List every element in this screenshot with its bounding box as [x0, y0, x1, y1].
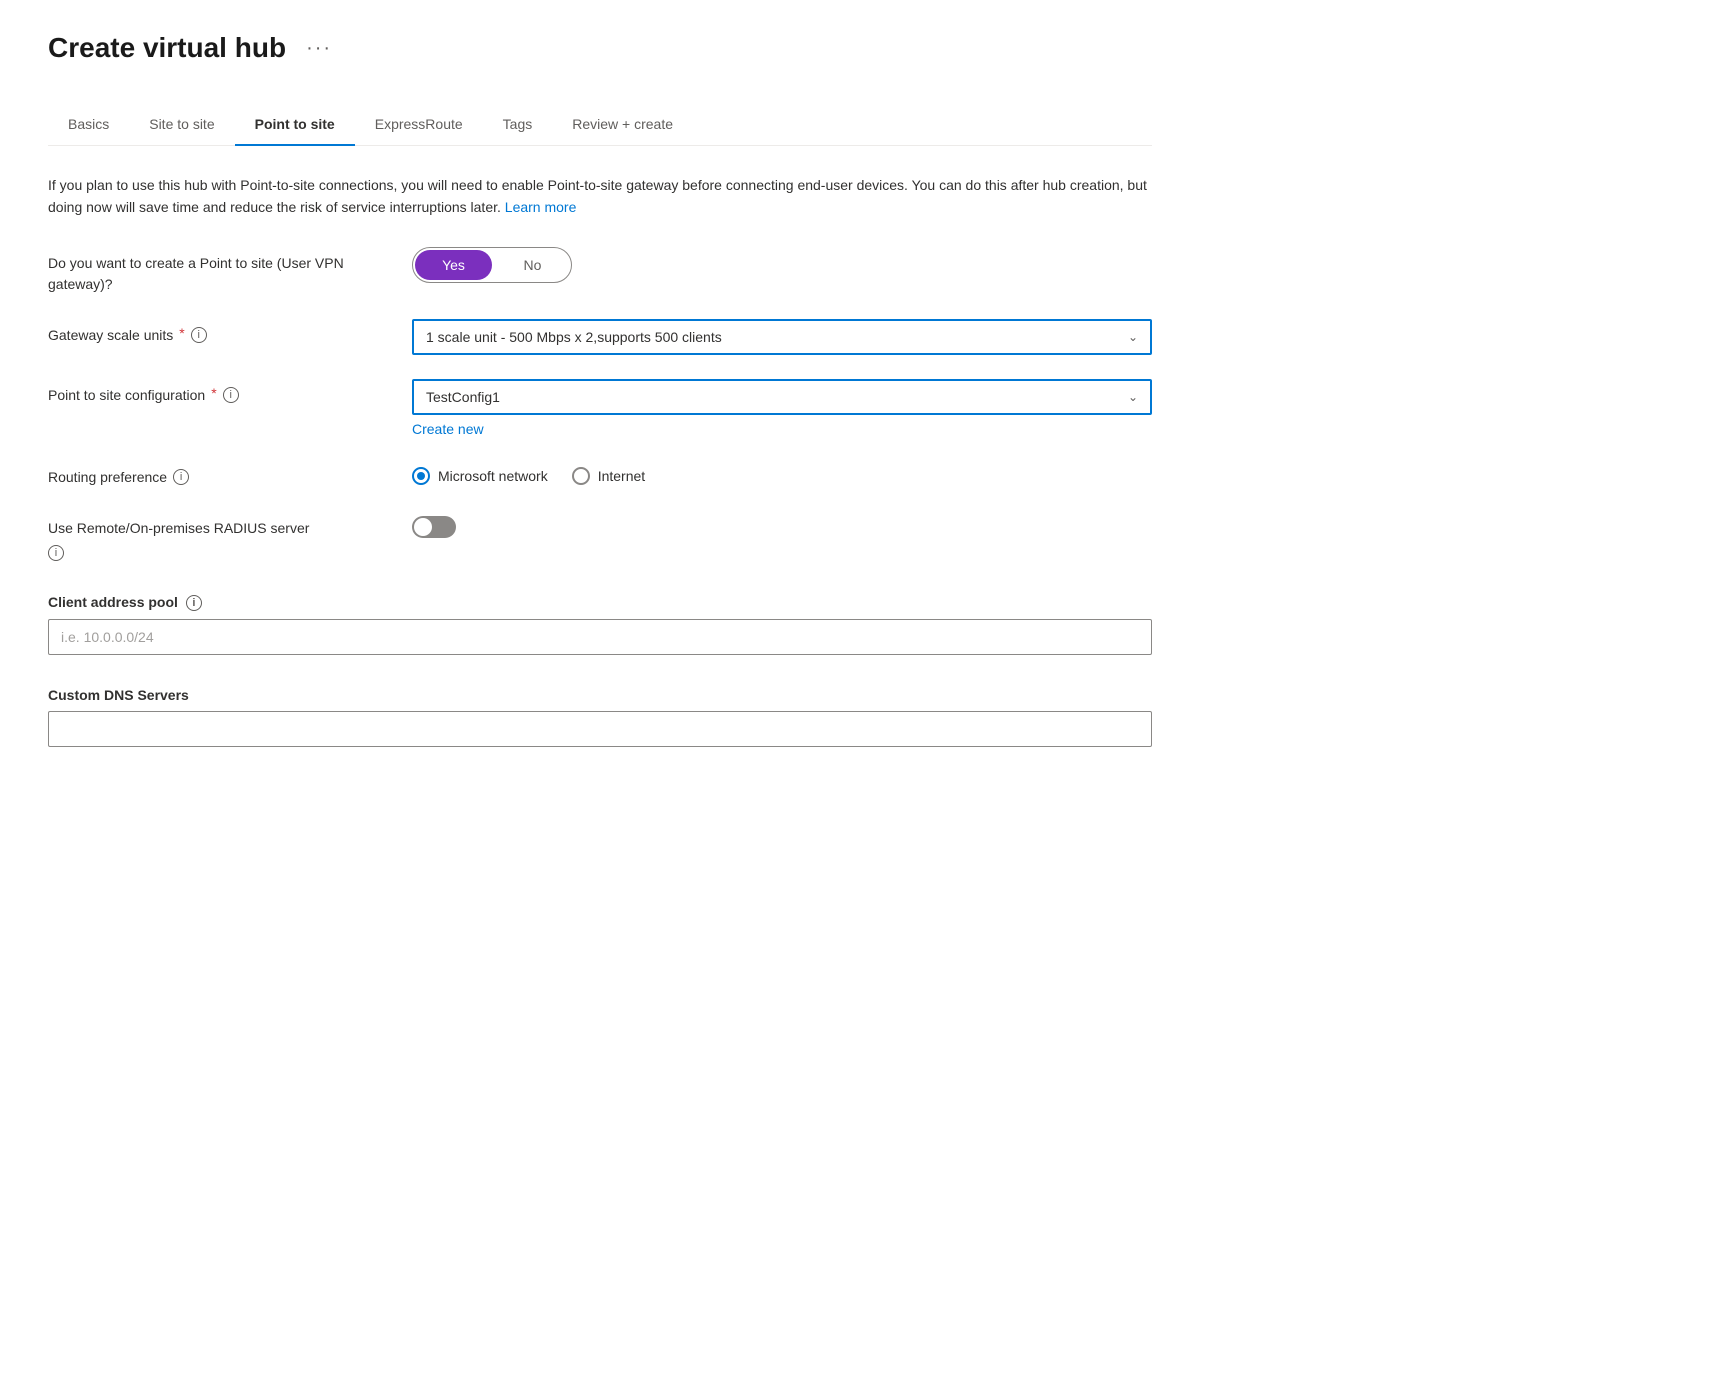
- client-address-pool-section: Client address pool i: [48, 593, 1152, 655]
- p2s-config-chevron-icon: ⌄: [1128, 390, 1138, 404]
- tab-site-to-site[interactable]: Site to site: [129, 104, 234, 146]
- tab-bar: Basics Site to site Point to site Expres…: [48, 104, 1152, 146]
- gateway-scale-info-icon[interactable]: i: [191, 327, 207, 343]
- radio-microsoft-network-label: Microsoft network: [438, 468, 548, 484]
- routing-preference-radio-group: Microsoft network Internet: [412, 461, 1152, 485]
- tab-point-to-site[interactable]: Point to site: [235, 104, 355, 146]
- custom-dns-input[interactable]: [48, 711, 1152, 747]
- form-section: Do you want to create a Point to site (U…: [48, 247, 1152, 747]
- radio-microsoft-network-circle: [412, 467, 430, 485]
- p2s-config-dropdown[interactable]: TestConfig1 ⌄: [412, 379, 1152, 415]
- no-button[interactable]: No: [494, 248, 571, 282]
- custom-dns-section: Custom DNS Servers: [48, 687, 1152, 747]
- gateway-scale-control: 1 scale unit - 500 Mbps x 2,supports 500…: [412, 319, 1152, 355]
- radius-server-control: [412, 512, 1152, 538]
- description-text: If you plan to use this hub with Point-t…: [48, 174, 1148, 219]
- page-header: Create virtual hub ···: [48, 32, 1152, 64]
- tab-expressroute[interactable]: ExpressRoute: [355, 104, 483, 146]
- radius-server-label: Use Remote/On-premises RADIUS server i: [48, 512, 388, 561]
- client-address-pool-info-icon[interactable]: i: [186, 595, 202, 611]
- radius-server-row: Use Remote/On-premises RADIUS server i: [48, 512, 1152, 561]
- radius-switch-knob: [414, 518, 432, 536]
- create-p2s-control: Yes No: [412, 247, 1152, 283]
- tab-review-create[interactable]: Review + create: [552, 104, 693, 146]
- p2s-required-star: *: [211, 385, 216, 401]
- routing-preference-info-icon[interactable]: i: [173, 469, 189, 485]
- create-new-link[interactable]: Create new: [412, 421, 484, 437]
- radius-server-info-icon[interactable]: i: [48, 545, 64, 561]
- custom-dns-heading: Custom DNS Servers: [48, 687, 1152, 703]
- routing-preference-row: Routing preference i Microsoft network I…: [48, 461, 1152, 488]
- routing-preference-label: Routing preference i: [48, 461, 388, 488]
- radio-internet-label: Internet: [598, 468, 645, 484]
- radius-switch-track[interactable]: [412, 516, 456, 538]
- radio-internet-circle: [572, 467, 590, 485]
- tab-tags[interactable]: Tags: [483, 104, 553, 146]
- yes-button[interactable]: Yes: [415, 250, 492, 280]
- gateway-scale-chevron-icon: ⌄: [1128, 330, 1138, 344]
- routing-preference-control: Microsoft network Internet: [412, 461, 1152, 485]
- gateway-scale-value: 1 scale unit - 500 Mbps x 2,supports 500…: [426, 329, 722, 345]
- page-title: Create virtual hub: [48, 32, 286, 64]
- client-address-pool-input[interactable]: [48, 619, 1152, 655]
- p2s-config-info-icon[interactable]: i: [223, 387, 239, 403]
- p2s-config-row: Point to site configuration * i TestConf…: [48, 379, 1152, 437]
- p2s-config-value: TestConfig1: [426, 389, 500, 405]
- p2s-config-label: Point to site configuration * i: [48, 379, 388, 406]
- gateway-scale-label: Gateway scale units * i: [48, 319, 388, 346]
- create-p2s-label: Do you want to create a Point to site (U…: [48, 247, 388, 295]
- required-star: *: [179, 325, 184, 341]
- yes-no-toggle[interactable]: Yes No: [412, 247, 572, 283]
- radio-microsoft-network[interactable]: Microsoft network: [412, 467, 548, 485]
- radio-internet[interactable]: Internet: [572, 467, 645, 485]
- gateway-scale-dropdown[interactable]: 1 scale unit - 500 Mbps x 2,supports 500…: [412, 319, 1152, 355]
- ellipsis-button[interactable]: ···: [298, 33, 340, 64]
- gateway-scale-row: Gateway scale units * i 1 scale unit - 5…: [48, 319, 1152, 355]
- create-p2s-row: Do you want to create a Point to site (U…: [48, 247, 1152, 295]
- tab-basics[interactable]: Basics: [48, 104, 129, 146]
- learn-more-link[interactable]: Learn more: [505, 199, 577, 215]
- p2s-config-control: TestConfig1 ⌄ Create new: [412, 379, 1152, 437]
- radius-toggle[interactable]: [412, 516, 1152, 538]
- client-address-pool-heading: Client address pool i: [48, 593, 1152, 611]
